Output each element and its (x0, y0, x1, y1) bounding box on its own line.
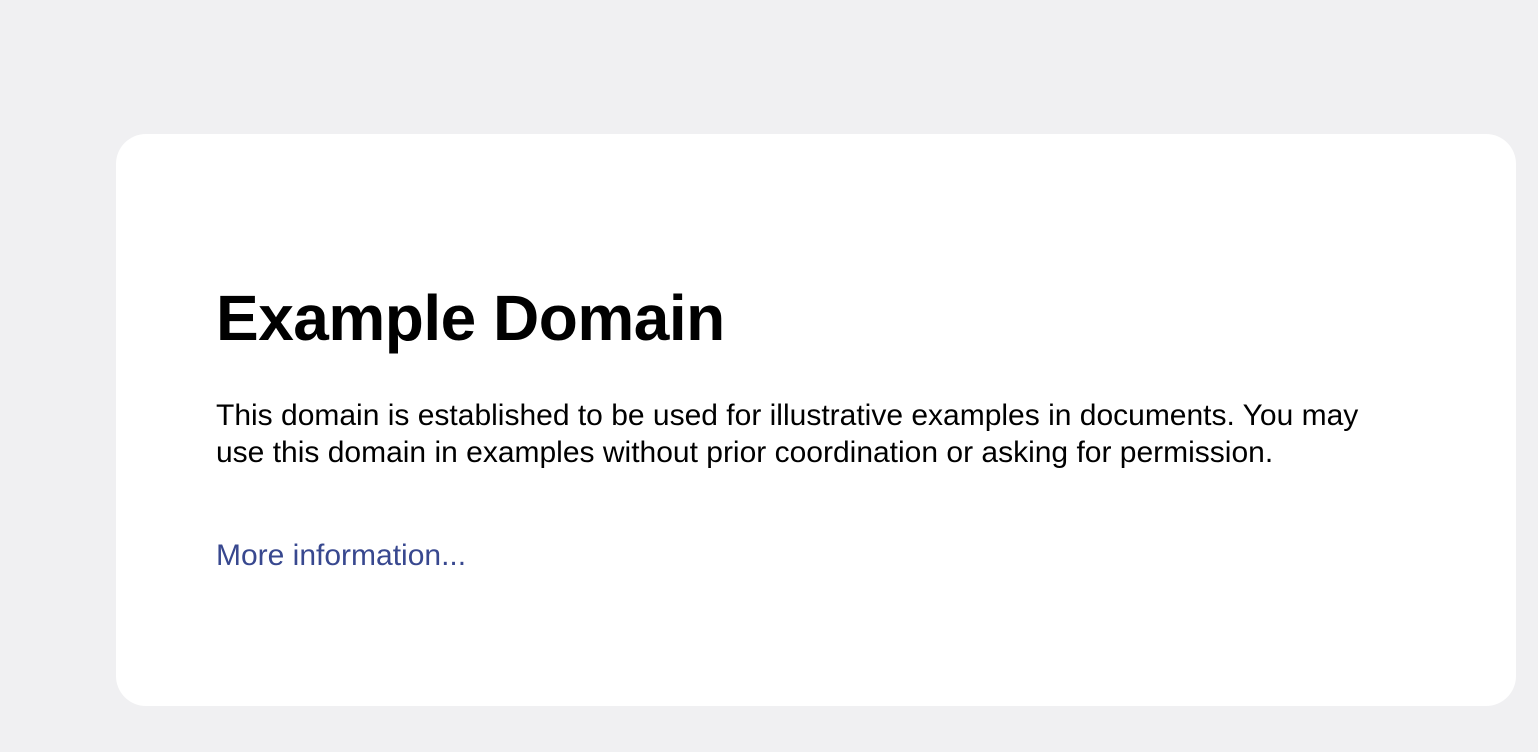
more-info-paragraph: More information... (216, 537, 466, 574)
content-card: Example Domain This domain is establishe… (116, 134, 1516, 706)
description-text: This domain is established to be used fo… (216, 399, 1359, 469)
page-title: Example Domain (216, 282, 725, 354)
more-information-link[interactable]: More information... (216, 539, 466, 572)
